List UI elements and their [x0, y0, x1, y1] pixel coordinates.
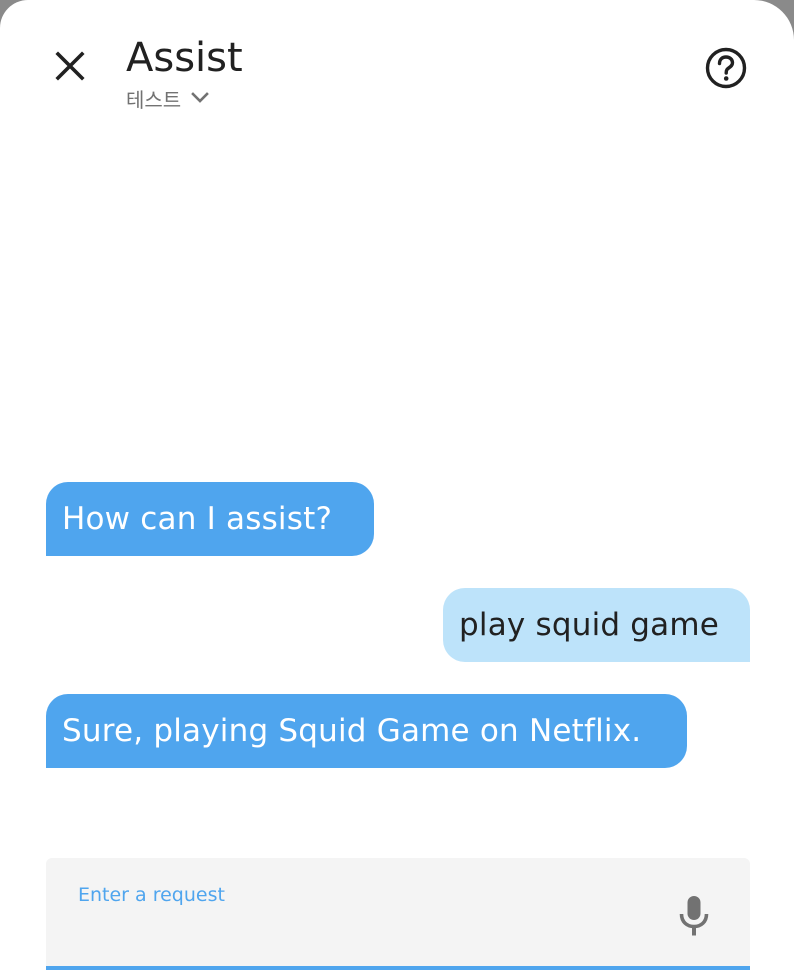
help-button[interactable] — [700, 42, 752, 94]
request-input[interactable] — [78, 914, 658, 950]
pipeline-name: 테스트 — [126, 87, 182, 112]
assist-dialog: Assist 테스트 How can I assist? play squid … — [0, 0, 794, 978]
dialog-title: Assist — [126, 35, 243, 81]
request-field[interactable]: Enter a request — [46, 858, 750, 970]
help-circle-icon — [705, 47, 747, 89]
user-message: play squid game — [443, 588, 750, 662]
request-field-label: Enter a request — [78, 884, 225, 906]
microphone-button[interactable] — [668, 886, 720, 946]
assistant-message: Sure, playing Squid Game on Netflix. — [46, 694, 687, 768]
chevron-down-icon — [191, 92, 210, 104]
pipeline-selector[interactable]: 테스트 — [126, 84, 210, 112]
assistant-message: How can I assist? — [46, 482, 374, 556]
close-button[interactable] — [46, 42, 94, 90]
microphone-icon — [679, 896, 709, 936]
close-icon — [55, 51, 85, 81]
